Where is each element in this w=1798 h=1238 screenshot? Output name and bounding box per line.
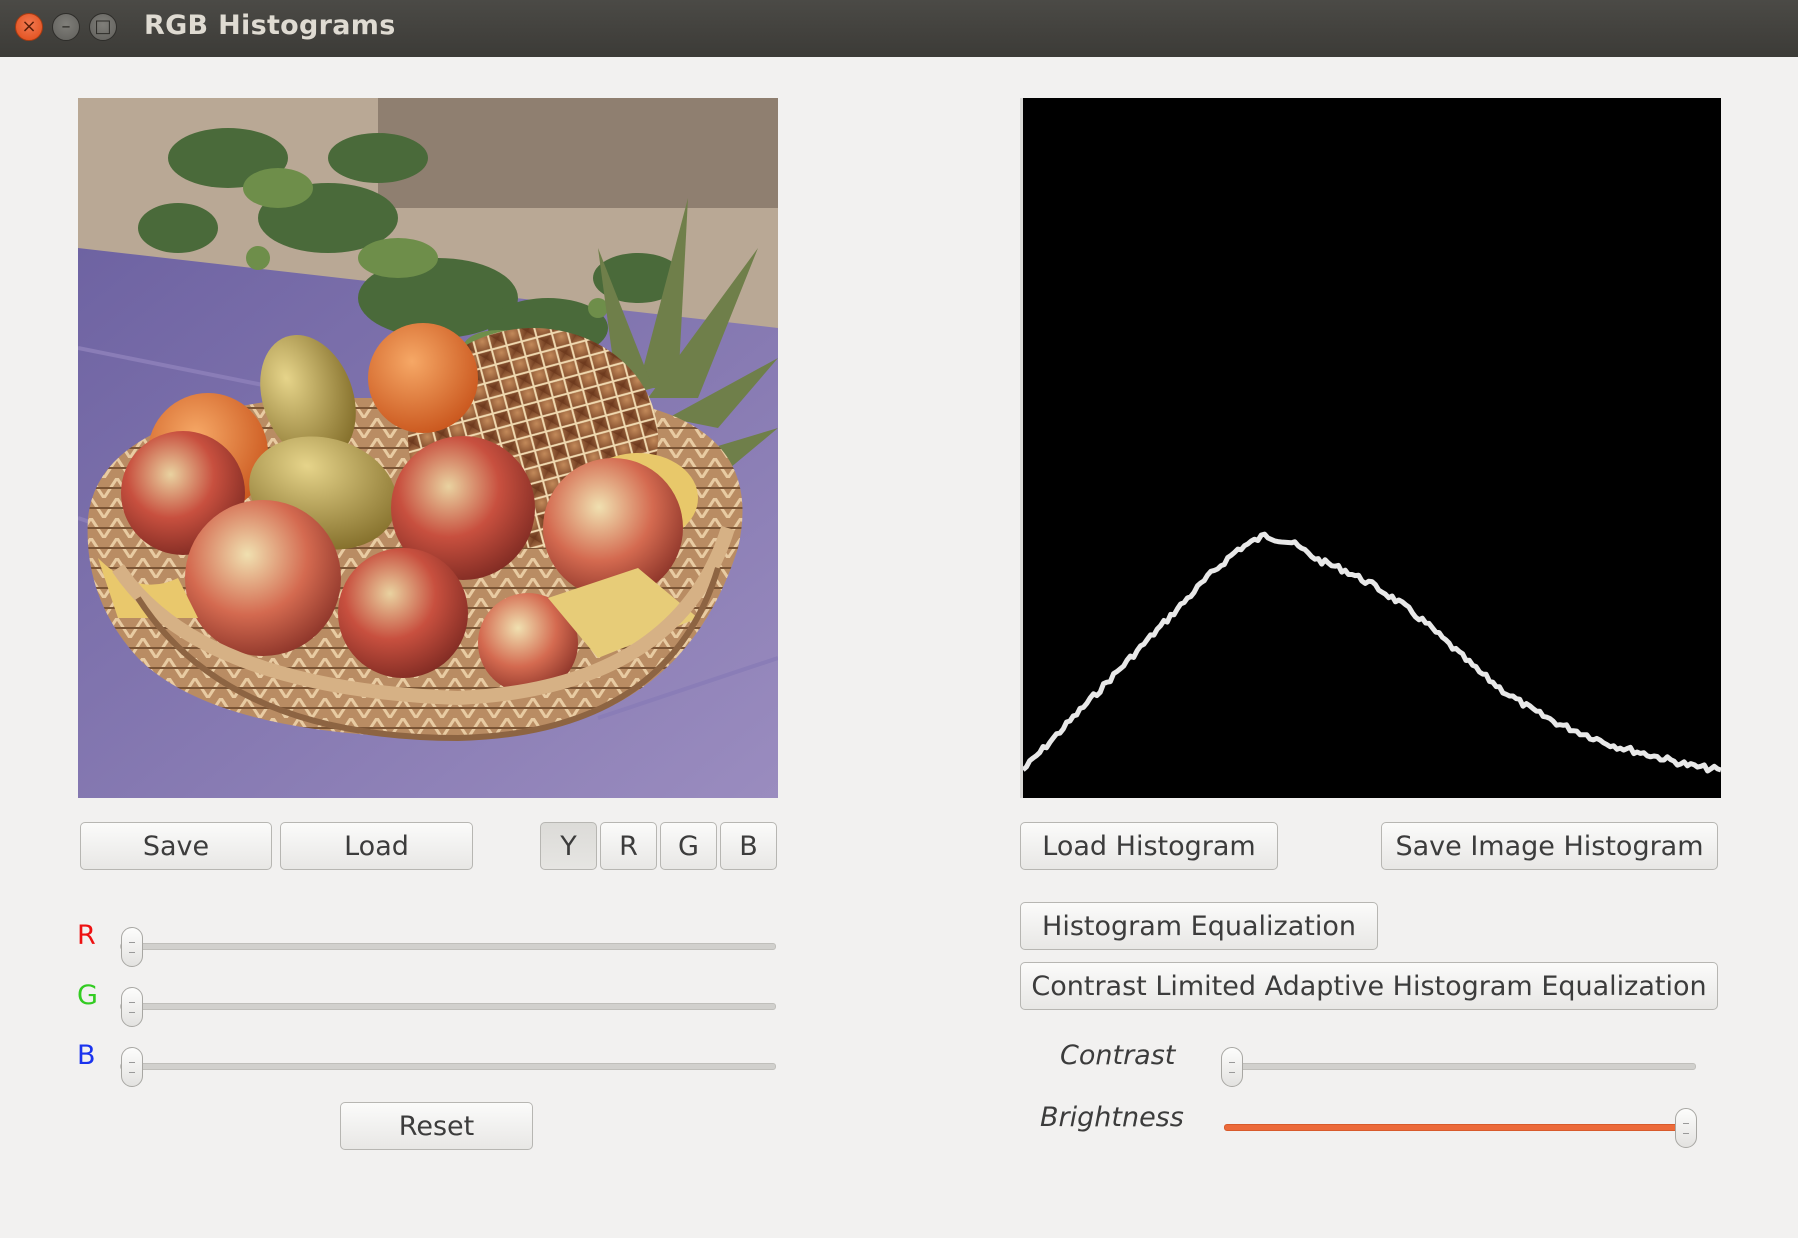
brightness-label: Brightness [1040, 1102, 1184, 1133]
clahe-button[interactable]: Contrast Limited Adaptive Histogram Equa… [1020, 962, 1718, 1010]
r-slider-track[interactable] [120, 943, 776, 950]
load-button[interactable]: Load [280, 822, 473, 870]
g-slider-label: G [77, 980, 98, 1011]
window-title: RGB Histograms [144, 10, 396, 41]
r-slider-label: R [77, 920, 96, 951]
load-histogram-button[interactable]: Load Histogram [1020, 822, 1278, 870]
r-slider-handle[interactable] [121, 927, 143, 967]
histogram-curve [1021, 531, 1722, 774]
app-window: × – □ RGB Histograms Save Load Y R G B R… [0, 0, 1798, 1238]
brightness-slider-handle[interactable] [1675, 1108, 1697, 1148]
minimize-window-button[interactable]: – [52, 13, 80, 41]
close-window-button[interactable]: × [15, 13, 43, 41]
brightness-slider-track[interactable] [1224, 1124, 1692, 1131]
b-slider-label: B [77, 1040, 96, 1071]
channel-b-button[interactable]: B [720, 822, 777, 870]
g-slider-track[interactable] [120, 1003, 776, 1010]
channel-y-button[interactable]: Y [540, 822, 597, 870]
maximize-window-button[interactable]: □ [89, 13, 117, 41]
histogram-plot [1021, 531, 1722, 774]
g-slider-handle[interactable] [121, 987, 143, 1027]
channel-r-button[interactable]: R [600, 822, 657, 870]
b-slider-handle[interactable] [121, 1047, 143, 1087]
b-slider-track[interactable] [120, 1063, 776, 1070]
reset-button[interactable]: Reset [340, 1102, 533, 1150]
title-bar: × – □ RGB Histograms [0, 0, 1798, 57]
contrast-slider-track[interactable] [1224, 1063, 1696, 1070]
channel-g-button[interactable]: G [660, 822, 717, 870]
save-image-histogram-button[interactable]: Save Image Histogram [1381, 822, 1718, 870]
contrast-slider-handle[interactable] [1221, 1047, 1243, 1087]
source-image [78, 98, 778, 798]
histogram-equalization-button[interactable]: Histogram Equalization [1020, 902, 1378, 950]
contrast-label: Contrast [1060, 1040, 1176, 1071]
save-button[interactable]: Save [80, 822, 272, 870]
histogram-display [1020, 98, 1722, 798]
